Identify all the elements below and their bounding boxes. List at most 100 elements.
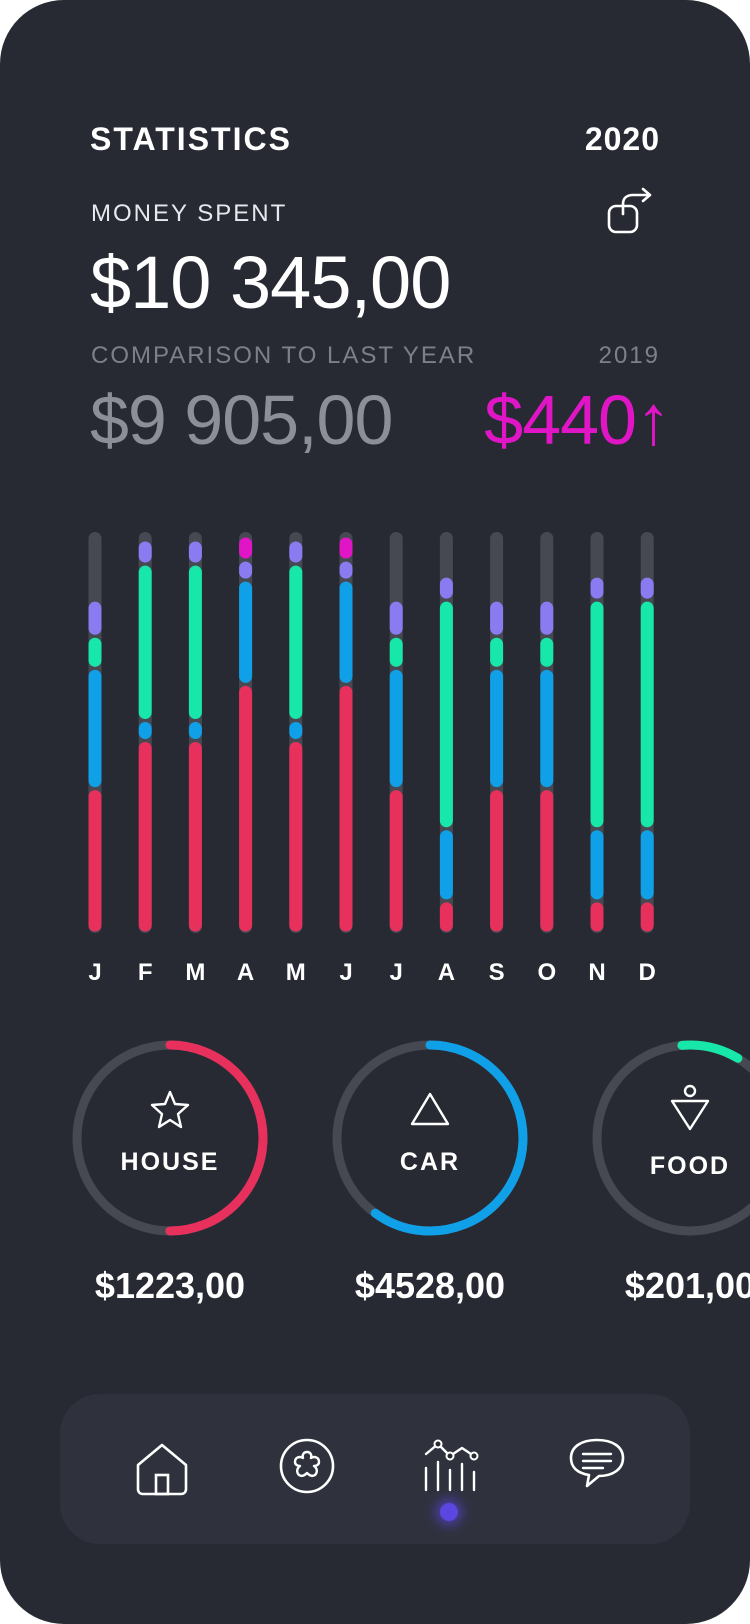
bar-segment — [590, 601, 604, 828]
bar-segment — [640, 601, 654, 828]
bar-segment — [389, 601, 403, 635]
category-food[interactable]: FOOD — [590, 1038, 750, 1238]
month-tick-label: M — [286, 959, 306, 986]
bar-segment — [339, 685, 353, 932]
bar-segment — [188, 541, 202, 563]
bar-segment — [640, 577, 654, 599]
share-button[interactable] — [603, 186, 655, 238]
bar-segment — [138, 565, 152, 719]
bar-segment — [439, 830, 453, 900]
category-amount: $201,00 — [624, 1265, 750, 1306]
bar-segment — [188, 742, 202, 932]
category-label: FOOD — [649, 1152, 731, 1180]
category-car[interactable]: CAR — [330, 1038, 530, 1238]
nav-home-button[interactable] — [130, 1437, 194, 1501]
month-tick-label: J — [390, 959, 403, 986]
stats-icon — [424, 1439, 479, 1492]
bar-segment — [590, 902, 604, 932]
bar-segment — [339, 561, 353, 579]
money-spent-value: $10 345,00 — [90, 241, 451, 324]
nav-messages-button[interactable] — [565, 1432, 629, 1496]
month-tick-label: A — [237, 959, 254, 986]
phone-screen: STATISTICS 2020 MONEY SPENT $10 345,00 C… — [0, 0, 750, 1624]
bar-segment — [389, 669, 403, 788]
difference-value: $440↑ — [484, 380, 671, 460]
month-tick-label: O — [537, 959, 556, 986]
category-house[interactable]: HOUSE — [70, 1038, 270, 1238]
arrow-up-icon: ↑ — [636, 381, 671, 459]
triangle-icon — [410, 1092, 450, 1126]
progress-arc — [592, 1040, 750, 1236]
nav-explore-button[interactable] — [275, 1434, 339, 1498]
bar-segment — [88, 637, 102, 667]
bar-segment — [490, 669, 504, 788]
month-tick-label: J — [88, 959, 101, 986]
comparison-year: 2019 — [598, 342, 660, 369]
bar-segment — [88, 790, 102, 932]
bar-segment — [640, 902, 654, 932]
bar-segment — [188, 565, 202, 719]
month-tick-label: F — [138, 959, 153, 986]
bar-segment — [289, 721, 303, 740]
category-amount: $4528,00 — [354, 1265, 506, 1306]
bar-segment — [339, 537, 353, 559]
bar-segment — [188, 721, 202, 740]
month-tick-label: M — [185, 959, 205, 986]
bar-segment — [439, 577, 453, 599]
bar-segment — [289, 565, 303, 719]
comparison-label: COMPARISON TO LAST YEAR — [91, 342, 477, 369]
bar-segment — [590, 830, 604, 900]
bar-segment — [289, 541, 303, 563]
month-tick-label: D — [639, 959, 656, 986]
bar-segment — [239, 685, 253, 932]
bottom-navigation — [60, 1394, 690, 1544]
bar-segment — [439, 601, 453, 828]
pin-icon — [670, 1084, 710, 1131]
category-label: CAR — [399, 1148, 461, 1176]
bar-segment — [590, 577, 604, 599]
month-tick-label: J — [339, 959, 352, 986]
active-tab-indicator — [440, 1503, 458, 1521]
chat-icon — [569, 1438, 625, 1488]
bar-segment — [640, 830, 654, 900]
house-progress-ring — [72, 1040, 268, 1236]
bar-segment — [389, 790, 403, 932]
bar-segment — [239, 537, 253, 559]
bar-segment — [138, 721, 152, 740]
bar-segment — [389, 637, 403, 667]
comparison-value: $9 905,00 — [90, 381, 393, 459]
flower-icon — [279, 1438, 335, 1494]
bar-segment — [540, 790, 554, 932]
bar-segment — [88, 601, 102, 635]
home-icon — [136, 1443, 188, 1496]
bar-segment — [540, 637, 554, 667]
page-title: STATISTICS — [90, 121, 292, 157]
bar-segment — [239, 561, 253, 579]
bar-segment — [339, 581, 353, 683]
bar-segment — [289, 742, 303, 932]
category-amount: $1223,00 — [94, 1265, 246, 1306]
share-icon — [607, 187, 652, 234]
star-icon — [150, 1090, 190, 1129]
bar-segment — [88, 669, 102, 788]
bar-segment — [540, 601, 554, 635]
bar-segment — [138, 742, 152, 932]
year-selector[interactable]: 2020 — [585, 121, 660, 158]
category-label: HOUSE — [120, 1148, 220, 1176]
monthly-spending-chart: JFMAMJJASOND — [88, 532, 656, 986]
bar-segment — [490, 790, 504, 932]
month-tick-label: A — [438, 959, 455, 986]
bar-segment — [490, 637, 504, 667]
money-spent-label: MONEY SPENT — [91, 200, 288, 227]
bar-segment — [490, 601, 504, 635]
bar-segment — [138, 541, 152, 563]
nav-stats-button[interactable] — [420, 1434, 484, 1498]
bar-segment — [239, 581, 253, 683]
month-tick-label: S — [489, 959, 505, 986]
month-tick-label: N — [588, 959, 605, 986]
bar-segment — [540, 669, 554, 788]
food-progress-ring — [592, 1040, 750, 1236]
difference-amount: $440 — [484, 381, 637, 459]
bar-segment — [439, 902, 453, 932]
car-progress-ring — [332, 1040, 528, 1236]
